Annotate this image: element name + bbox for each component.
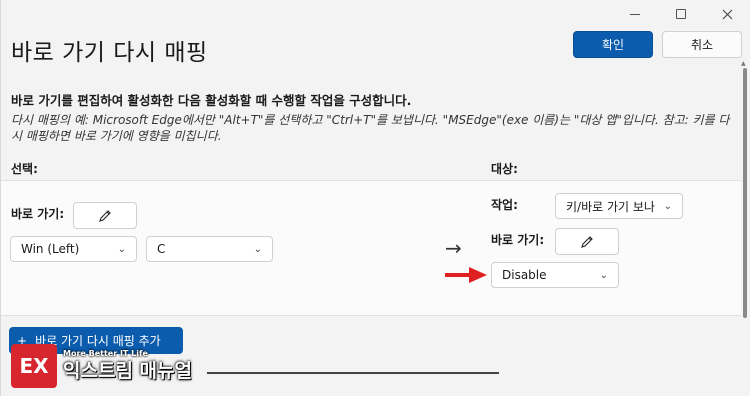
- minimize-icon: [630, 13, 640, 15]
- target-key-value: Disable: [502, 268, 547, 282]
- description-heading: 바로 가기를 편집하여 활성화한 다음 활성화할 때 수행할 작업을 구성합니다…: [11, 93, 412, 108]
- pencil-icon: [99, 209, 111, 222]
- maximize-icon: [676, 9, 686, 19]
- logo-icon: EX: [11, 344, 57, 388]
- chevron-down-icon: ⌄: [663, 200, 672, 212]
- selection-key1-dropdown[interactable]: Win (Left) ⌄: [10, 236, 137, 262]
- remap-shortcuts-window: 바로 가기 다시 매핑 확인 취소 ▲ 바로 가기를 편집하여 활성화한 다음 …: [0, 0, 750, 396]
- scrollbar[interactable]: [743, 68, 747, 318]
- edit-selection-shortcut-button[interactable]: [73, 202, 137, 229]
- selection-key2-value: C: [157, 242, 166, 256]
- cancel-button[interactable]: 취소: [662, 31, 742, 58]
- arrow-right-icon: [445, 267, 487, 283]
- confirm-button[interactable]: 확인: [573, 31, 653, 58]
- selection-header: 선택:: [11, 162, 38, 176]
- minimize-button[interactable]: [612, 0, 658, 28]
- chevron-down-icon: ⌄: [253, 243, 262, 255]
- scroll-up-icon[interactable]: ▲: [741, 60, 746, 67]
- arrow-right-icon: →: [445, 236, 462, 260]
- selection-key1-value: Win (Left): [21, 242, 80, 256]
- close-button[interactable]: [704, 0, 750, 28]
- target-shortcut-label: 바로 가기:: [491, 233, 545, 247]
- edit-target-shortcut-button[interactable]: [555, 228, 619, 255]
- selection-key2-dropdown[interactable]: C ⌄: [146, 236, 273, 262]
- chevron-down-icon: ⌄: [599, 269, 608, 281]
- target-header: 대상:: [491, 162, 518, 176]
- selection-shortcut-label: 바로 가기:: [11, 207, 65, 221]
- logo-name: 익스트림 매뉴얼: [63, 360, 192, 382]
- maximize-button[interactable]: [658, 0, 704, 28]
- watermark-logo: EX More Better IT Life 익스트림 매뉴얼: [11, 344, 192, 388]
- description-example: 다시 매핑의 예: Microsoft Edge에서만 "Alt+T"를 선택하…: [11, 113, 730, 143]
- page-title: 바로 가기 다시 매핑: [11, 40, 208, 66]
- red-arrow-annotation: [445, 265, 489, 289]
- target-action-dropdown[interactable]: 키/바로 가기 보나 ⌄: [555, 193, 683, 219]
- target-action-value: 키/바로 가기 보나: [566, 199, 655, 214]
- target-key-dropdown[interactable]: Disable ⌄: [491, 262, 619, 288]
- target-action-label: 작업:: [491, 198, 518, 212]
- caption-buttons: [612, 0, 750, 28]
- watermark-divider: [207, 372, 499, 374]
- pencil-icon: [581, 235, 593, 248]
- chevron-down-icon: ⌄: [117, 243, 126, 255]
- close-icon: [722, 9, 732, 19]
